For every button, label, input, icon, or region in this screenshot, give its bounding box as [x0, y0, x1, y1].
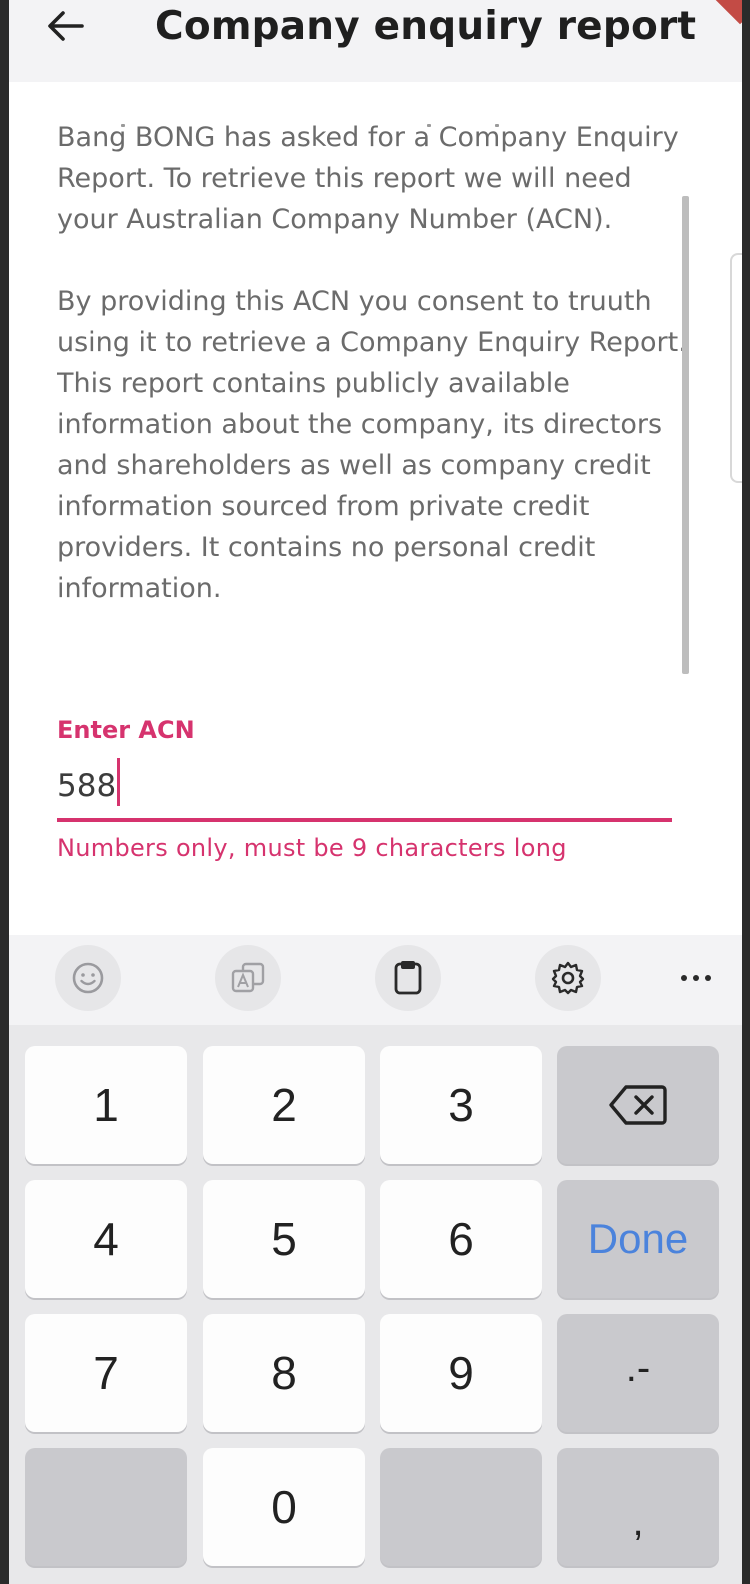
clipboard-button[interactable]: [375, 945, 441, 1011]
done-key[interactable]: Done: [557, 1180, 719, 1298]
app-header: Company enquiry report: [9, 0, 742, 82]
emoji-button[interactable]: [55, 945, 121, 1011]
app-screen: Company enquiry report Bang BONG has ask…: [9, 0, 742, 1584]
keyboard-toolbar: [9, 935, 742, 1025]
comma-key[interactable]: ,: [557, 1448, 719, 1566]
edge-panel-handle[interactable]: [730, 253, 742, 483]
emoji-icon: [72, 962, 104, 994]
key-9[interactable]: 9: [380, 1314, 542, 1432]
key-5[interactable]: 5: [203, 1180, 365, 1298]
numeric-keyboard: 1 2 3 4 5 6 Done 7 8 9 .- 0 ,: [9, 1025, 742, 1584]
text-scrollbar[interactable]: [682, 196, 689, 674]
clipboard-icon: [394, 961, 422, 995]
key-4[interactable]: 4: [25, 1180, 187, 1298]
acn-error-message: Numbers only, must be 9 characters long: [57, 834, 567, 862]
backspace-icon: [609, 1085, 667, 1125]
arrow-left-icon: [48, 11, 84, 41]
dot-dash-key[interactable]: .-: [557, 1314, 719, 1432]
corner-decoration: [711, 0, 742, 25]
acn-input[interactable]: [57, 752, 672, 822]
settings-gear-icon: [551, 961, 585, 995]
consent-paragraph-1: Bang BONG has asked for a Company Enquir…: [57, 122, 679, 235]
acn-value-text: 588: [57, 768, 117, 804]
translate-button[interactable]: [215, 945, 281, 1011]
key-3[interactable]: 3: [380, 1046, 542, 1164]
more-dots-icon: [681, 975, 711, 981]
consent-paragraph-2: By providing this ACN you consent to tru…: [57, 286, 687, 604]
key-2[interactable]: 2: [203, 1046, 365, 1164]
more-options-button[interactable]: [663, 945, 729, 1011]
key-6[interactable]: 6: [380, 1180, 542, 1298]
backspace-key[interactable]: [557, 1046, 719, 1164]
blank-key-right: [380, 1448, 542, 1566]
text-caret: [117, 758, 121, 806]
key-8[interactable]: 8: [203, 1314, 365, 1432]
acn-field-label: Enter ACN: [57, 716, 195, 744]
translate-icon: [231, 962, 265, 993]
key-1[interactable]: 1: [25, 1046, 187, 1164]
acn-input-value: 588: [57, 758, 121, 808]
page-title: Company enquiry report: [155, 4, 697, 49]
key-7[interactable]: 7: [25, 1314, 187, 1432]
consent-text-area[interactable]: Bang BONG has asked for a Company Enquir…: [57, 117, 697, 677]
keyboard-settings-button[interactable]: [535, 945, 601, 1011]
key-0[interactable]: 0: [203, 1448, 365, 1566]
back-button[interactable]: [39, 2, 91, 50]
blank-key-left: [25, 1448, 187, 1566]
